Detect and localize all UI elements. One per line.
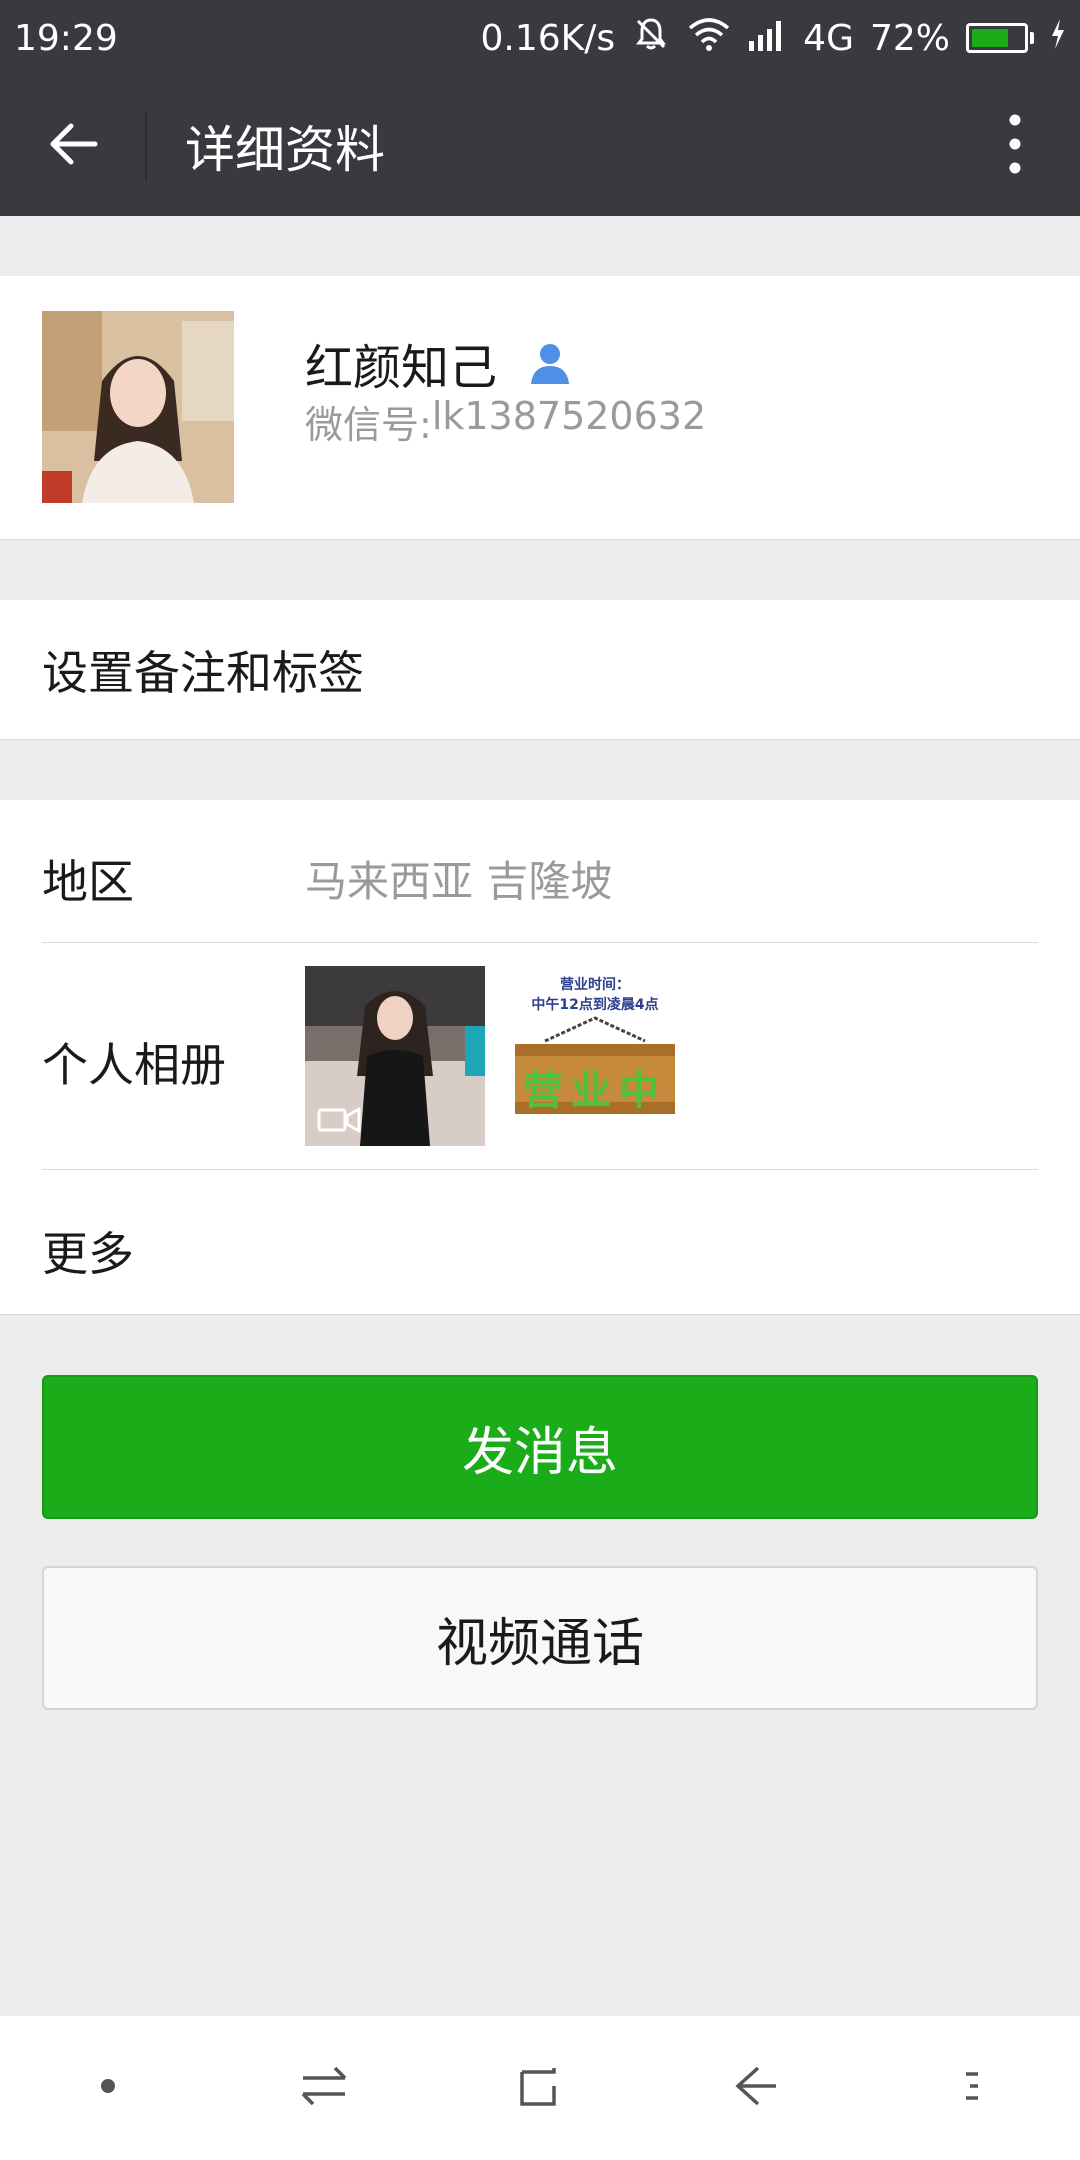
dot-button[interactable] bbox=[48, 2028, 168, 2148]
more-menu-button[interactable] bbox=[950, 76, 1080, 216]
more-vertical-icon bbox=[1007, 112, 1023, 180]
status-time: 19:29 bbox=[14, 17, 118, 59]
home-button[interactable] bbox=[480, 2028, 600, 2148]
more-label: 更多 bbox=[42, 1227, 134, 1281]
avatar-image bbox=[42, 311, 234, 503]
switch-arrows-icon bbox=[299, 2064, 349, 2112]
wechat-id-value: lk1387520632 bbox=[431, 394, 707, 438]
set-remark-row[interactable]: 设置备注和标签 bbox=[0, 600, 1080, 740]
profile-card[interactable]: 红颜知己 微信号: lk1387520632 bbox=[0, 276, 1080, 540]
back-chevron-icon bbox=[732, 2064, 780, 2112]
album-thumb-video[interactable] bbox=[305, 966, 485, 1146]
album-row[interactable]: 个人相册 营业时间： 中午12点到凌晨4点 营业中 bbox=[0, 943, 1080, 1169]
album-thumb-sign[interactable]: 营业时间： 中午12点到凌晨4点 营业中 bbox=[505, 966, 685, 1146]
network-speed: 0.16K/s bbox=[480, 17, 616, 59]
battery-percent: 72% bbox=[869, 17, 950, 59]
menu-lines-icon bbox=[962, 2068, 982, 2108]
network-type: 4G bbox=[803, 17, 854, 59]
more-row[interactable]: 更多 bbox=[0, 1170, 1080, 1315]
back-button[interactable] bbox=[0, 76, 145, 216]
region-label: 地区 bbox=[42, 855, 134, 909]
dot-icon bbox=[100, 2078, 116, 2098]
video-camera-icon bbox=[317, 1106, 361, 1138]
avatar[interactable] bbox=[42, 311, 234, 503]
switch-button[interactable] bbox=[264, 2028, 384, 2148]
send-message-button[interactable]: 发消息 bbox=[42, 1375, 1038, 1519]
status-bar: 19:29 0.16K/s 4G 72% bbox=[0, 0, 1080, 76]
status-indicators: 0.16K/s 4G 72% bbox=[481, 14, 1066, 63]
nav-bar: 详细资料 bbox=[0, 76, 1080, 216]
region-row: 地区 马来西亚 吉隆坡 bbox=[0, 800, 1080, 942]
wechat-id: 微信号: lk1387520632 bbox=[305, 394, 706, 449]
arrow-left-icon bbox=[45, 116, 101, 176]
system-back-button[interactable] bbox=[696, 2028, 816, 2148]
battery-level-fill bbox=[972, 29, 1008, 47]
nav-divider bbox=[145, 111, 147, 181]
info-card: 地区 马来西亚 吉隆坡 个人相册 营业时间： 中午12点到凌晨4点 营业中 更多 bbox=[0, 800, 1080, 1315]
sign-board-image bbox=[515, 1016, 675, 1114]
sign-board-text: 营业中 bbox=[523, 1068, 667, 1114]
profile-name-row: 红颜知己 bbox=[305, 328, 573, 398]
page-title: 详细资料 bbox=[185, 121, 385, 179]
set-remark-label: 设置备注和标签 bbox=[42, 645, 364, 700]
home-square-icon bbox=[516, 2062, 564, 2114]
profile-name: 红颜知己 bbox=[305, 340, 498, 396]
battery-icon bbox=[966, 23, 1034, 53]
album-label: 个人相册 bbox=[42, 1038, 226, 1092]
wifi-icon bbox=[687, 16, 731, 61]
bell-off-icon bbox=[631, 14, 671, 63]
menu-button[interactable] bbox=[912, 2028, 1032, 2148]
system-nav-bar bbox=[0, 2016, 1080, 2160]
screen: 19:29 0.16K/s 4G 72% 详细资料 红颜知己 微信号: lk13… bbox=[0, 0, 1080, 2160]
signal-icon bbox=[747, 17, 787, 60]
charging-icon bbox=[1050, 17, 1066, 60]
wechat-id-label: 微信号: bbox=[305, 403, 432, 447]
person-icon bbox=[527, 340, 573, 386]
region-value: 马来西亚 吉隆坡 bbox=[305, 857, 613, 906]
video-call-button[interactable]: 视频通话 bbox=[42, 1566, 1038, 1710]
